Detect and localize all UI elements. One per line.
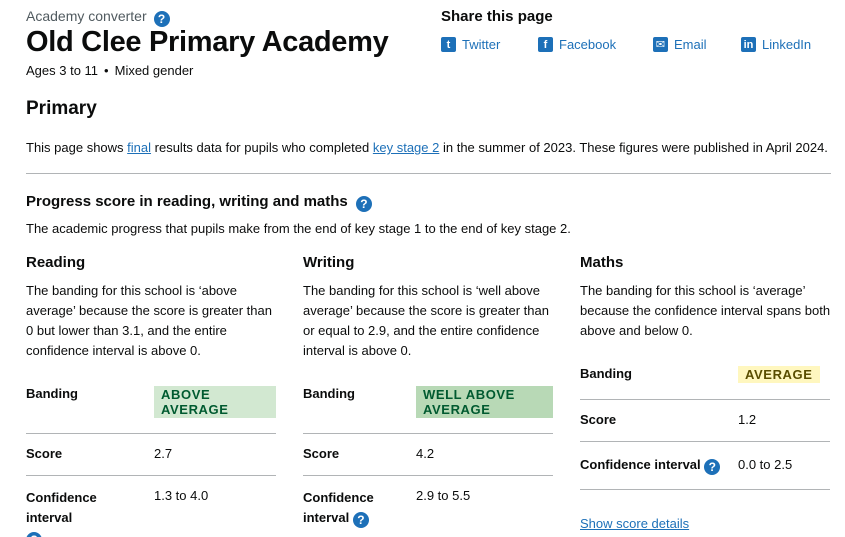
share-facebook-label: Facebook (559, 37, 617, 52)
maths-ci-row: Confidence interval ? 0.0 to 2.5 (580, 442, 830, 490)
writing-score-row: Score 4.2 (303, 434, 553, 476)
phase-heading: Primary (26, 98, 97, 119)
reading-heading: Reading (26, 254, 86, 271)
progress-description: The academic progress that pupils make f… (26, 221, 571, 236)
show-score-details-link[interactable]: Show score details (580, 516, 689, 531)
progress-heading-text: Progress score in reading, writing and m… (26, 193, 348, 210)
school-name: Old Clee Primary Academy (26, 26, 389, 58)
reading-banding-label: Banding (26, 386, 78, 401)
gender: Mixed gender (114, 63, 194, 78)
reading-score-label: Score (26, 446, 63, 461)
help-icon[interactable]: ? (153, 11, 170, 27)
writing-banding-label: Banding (303, 386, 355, 401)
maths-column: Maths The banding for this school is ‘av… (580, 254, 832, 531)
writing-score-label: Score (303, 446, 340, 461)
school-type-label: Academy converter (26, 8, 147, 24)
results-intro: This page shows final results data for p… (26, 140, 828, 155)
share-title: Share this page (441, 8, 553, 25)
maths-ci-value: 0.0 to 2.5 (738, 457, 793, 472)
school-type-caption: Academy converter ? (26, 8, 170, 27)
section-divider (26, 173, 831, 174)
writing-description: The banding for this school is ‘well abo… (303, 283, 549, 358)
share-twitter-label: Twitter (462, 37, 501, 52)
reading-score-row: Score 2.7 (26, 434, 276, 476)
intro-text-2: results data for pupils who completed (151, 140, 373, 155)
progress-heading: Progress score in reading, writing and m… (26, 193, 372, 212)
maths-score-label: Score (580, 412, 617, 427)
maths-score-value: 1.2 (738, 412, 757, 427)
intro-text-3: in the summer of 2023. These figures wer… (439, 140, 828, 155)
share-facebook-link[interactable]: f Facebook (538, 37, 653, 52)
intro-text-1: This page shows (26, 140, 128, 155)
maths-heading: Maths (580, 254, 624, 271)
maths-score-row: Score 1.2 (580, 400, 830, 442)
writing-ci-label: Confidence interval ? (303, 488, 403, 528)
reading-score-value: 2.7 (154, 446, 173, 461)
linkedin-icon: in (741, 37, 756, 52)
reading-ci-label-text: Confidence interval (26, 490, 97, 525)
age-range: Ages 3 to 11 (26, 63, 99, 78)
maths-ci-label-text: Confidence interval (580, 457, 701, 472)
twitter-icon: t (441, 37, 456, 52)
writing-ci-row: Confidence interval ? 2.9 to 5.5 (303, 476, 553, 536)
key-stage-2-link[interactable]: key stage 2 (373, 140, 440, 155)
reading-column: Reading The banding for this school is ‘… (26, 254, 278, 537)
writing-score-value: 4.2 (416, 446, 435, 461)
maths-banding-label: Banding (580, 366, 632, 381)
reading-banding-tag: Above average (154, 386, 276, 418)
facebook-icon: f (538, 37, 553, 52)
reading-ci-row: Confidence interval? 1.3 to 4.0 (26, 476, 276, 537)
share-twitter-link[interactable]: t Twitter (441, 37, 538, 52)
help-icon[interactable]: ? (26, 532, 42, 537)
separator-dot: • (104, 63, 109, 78)
maths-ci-label: Confidence interval ? (580, 457, 721, 475)
reading-ci-value: 1.3 to 4.0 (154, 488, 209, 503)
writing-ci-value: 2.9 to 5.5 (416, 488, 471, 503)
help-icon[interactable]: ? (352, 512, 369, 528)
share-email-label: Email (674, 37, 707, 52)
share-links: t Twitter f Facebook ✉ Email in LinkedIn (441, 37, 811, 52)
writing-column: Writing The banding for this school is ‘… (303, 254, 555, 528)
maths-banding-row: Banding Average (580, 358, 830, 400)
school-meta: Ages 3 to 11 • Mixed gender (26, 63, 193, 78)
reading-description: The banding for this school is ‘above av… (26, 283, 272, 358)
email-icon: ✉ (653, 37, 668, 52)
writing-banding-row: Banding Well above average (303, 378, 553, 434)
maths-description: The banding for this school is ‘average’… (580, 283, 831, 338)
share-linkedin-label: LinkedIn (762, 37, 812, 52)
reading-ci-label: Confidence interval? (26, 488, 136, 537)
final-link[interactable]: final (127, 140, 151, 155)
share-linkedin-link[interactable]: in LinkedIn (741, 37, 811, 52)
writing-banding-tag: Well above average (416, 386, 553, 418)
help-icon[interactable]: ? (704, 459, 721, 475)
maths-banding-tag: Average (738, 366, 820, 383)
writing-heading: Writing (303, 254, 355, 271)
help-icon[interactable]: ? (355, 196, 372, 212)
reading-banding-row: Banding Above average (26, 378, 276, 434)
share-email-link[interactable]: ✉ Email (653, 37, 741, 52)
